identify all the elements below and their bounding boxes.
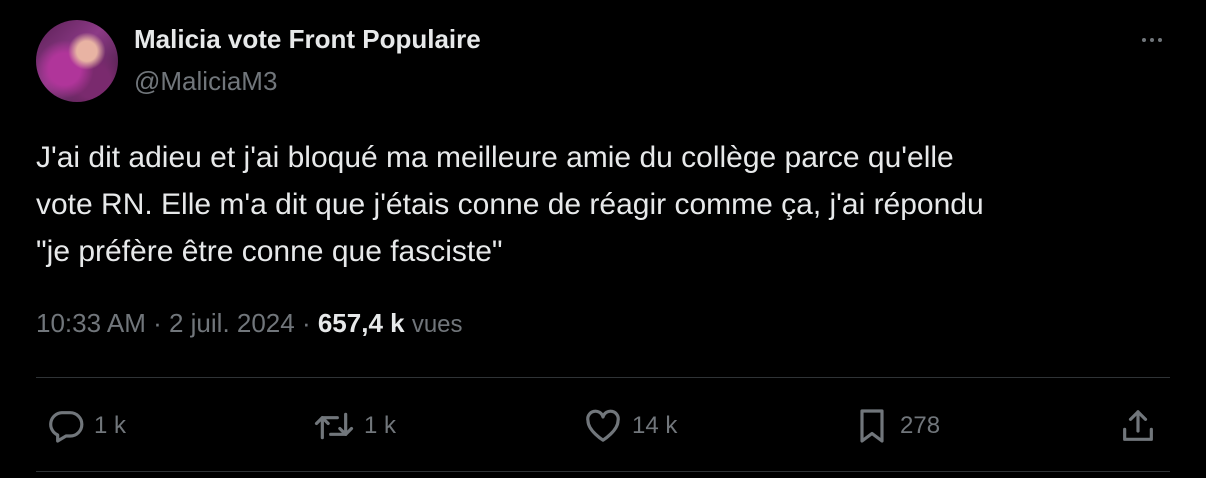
bookmark-icon	[852, 406, 892, 446]
like-count: 14 k	[632, 412, 678, 439]
views-label: vues	[411, 311, 463, 338]
bookmark-button[interactable]: 278	[852, 406, 940, 446]
retweet-icon	[312, 406, 356, 446]
tweet-meta: 10:33 AM · 2 juil. 2024 · 657,4 k vues	[36, 308, 463, 339]
reply-button[interactable]: 1 k	[46, 406, 126, 446]
author-display-name[interactable]: Malicia vote Front Populaire	[134, 24, 481, 55]
more-dot-icon	[1142, 38, 1146, 42]
divider	[36, 471, 1170, 472]
share-icon	[1118, 406, 1158, 446]
retweet-count: 1 k	[364, 412, 397, 439]
divider	[36, 377, 1170, 378]
tweet-text-line: J'ai dit adieu et j'ai bloqué ma meilleu…	[36, 141, 954, 174]
reply-count: 1 k	[94, 412, 127, 439]
heart-icon	[582, 406, 624, 446]
meta-separator: ·	[145, 308, 169, 338]
tweet-text-line: vote RN. Elle m'a dit que j'étais conne …	[36, 188, 984, 221]
retweet-button[interactable]: 1 k	[312, 406, 396, 446]
tweet-text: J'ai dit adieu et j'ai bloqué ma meilleu…	[36, 134, 1146, 275]
tweet-time[interactable]: 10:33 AM	[36, 308, 146, 338]
more-options-button[interactable]	[1134, 26, 1170, 54]
avatar[interactable]	[36, 20, 118, 102]
meta-separator: ·	[294, 308, 318, 338]
bookmark-count: 278	[900, 412, 941, 439]
share-button[interactable]	[1118, 406, 1158, 446]
tweet-text-line: "je préfère être conne que fasciste"	[36, 235, 503, 268]
more-dot-icon	[1150, 38, 1154, 42]
views-count[interactable]: 657,4 k	[318, 308, 405, 338]
tweet-date[interactable]: 2 juil. 2024	[169, 308, 295, 338]
author-handle[interactable]: @MaliciaM3	[134, 66, 277, 97]
more-dot-icon	[1158, 38, 1162, 42]
reply-icon	[46, 406, 86, 446]
like-button[interactable]: 14 k	[582, 406, 677, 446]
